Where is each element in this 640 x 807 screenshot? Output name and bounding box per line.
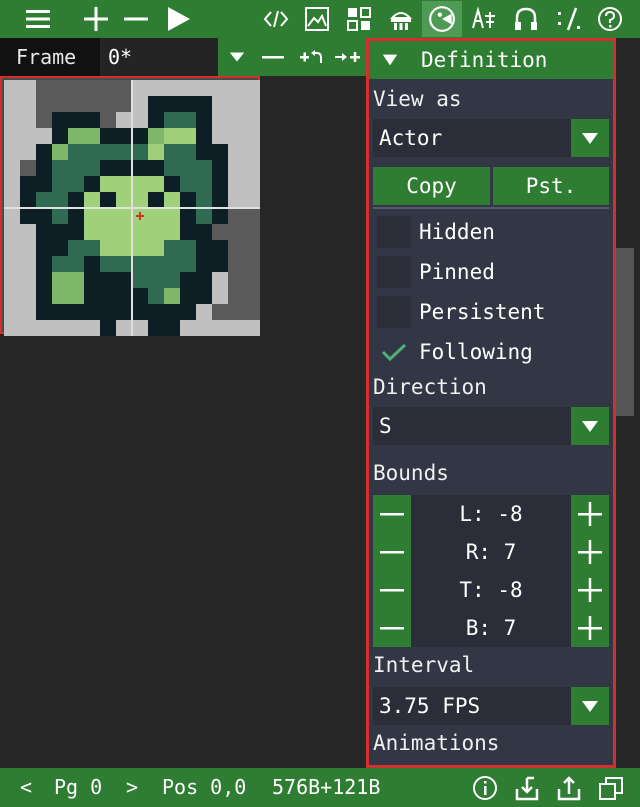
increment-icon[interactable] [571, 533, 609, 571]
checkmark-icon [381, 343, 407, 362]
check-label: Following [419, 340, 533, 364]
collapse-icon[interactable] [222, 42, 252, 72]
export-icon[interactable] [552, 771, 586, 805]
view-as-label: View as [373, 87, 462, 111]
play-icon[interactable] [160, 1, 196, 37]
decrement-icon[interactable] [373, 571, 411, 609]
collapse-icon [382, 54, 398, 66]
chevron-down-icon[interactable] [571, 119, 609, 157]
interval-value: 3.75 FPS [379, 694, 481, 718]
chevron-down-icon[interactable] [571, 687, 609, 725]
window-icon[interactable] [594, 771, 628, 805]
tiles-icon[interactable] [341, 1, 377, 37]
checkbox[interactable] [377, 296, 411, 328]
definition-title: Definition [421, 48, 548, 72]
prev-page-button[interactable]: < [20, 768, 32, 807]
decrement-icon[interactable] [373, 495, 411, 533]
audio-icon[interactable] [508, 1, 544, 37]
increment-icon[interactable] [571, 609, 609, 647]
check-label: Pinned [419, 260, 495, 284]
guide-horizontal [4, 207, 260, 209]
check-label: Hidden [419, 220, 495, 244]
add-icon[interactable] [78, 1, 114, 37]
frame-bar: Frame 0* [0, 38, 226, 76]
status-bar: < Pg 0 > Pos 0,0 576B+121B [0, 768, 640, 807]
animations-label: Animations [373, 731, 500, 755]
sprite-icon[interactable] [422, 1, 462, 37]
frame-tools [218, 38, 366, 76]
paste-button[interactable]: Pst. [493, 167, 609, 205]
menu-icon[interactable] [20, 1, 56, 37]
decrement-icon[interactable] [373, 533, 411, 571]
check-following[interactable]: Following [373, 333, 609, 371]
font-icon[interactable] [466, 1, 502, 37]
sprite-canvas[interactable] [0, 76, 260, 336]
size-readout: 576B+121B [272, 775, 381, 799]
checkbox[interactable] [377, 336, 411, 368]
top-toolbar [0, 0, 640, 38]
interval-label: Interval [373, 653, 475, 677]
interval-dropdown[interactable]: 3.75 FPS [373, 687, 609, 725]
image-icon[interactable] [299, 1, 335, 37]
check-pinned[interactable]: Pinned [373, 253, 609, 291]
copy-button[interactable]: Copy [373, 167, 490, 205]
direction-label: Direction [373, 375, 487, 399]
next-page-button[interactable]: > [126, 768, 138, 807]
bound-value: T: -8 [411, 571, 571, 609]
info-icon[interactable] [468, 771, 502, 805]
direction-value: S [379, 414, 392, 438]
music-icon[interactable] [550, 1, 586, 37]
shift-icon[interactable] [330, 42, 366, 72]
chevron-down-icon[interactable] [571, 407, 609, 445]
remove-icon[interactable] [118, 1, 154, 37]
bound-value: R: 7 [411, 533, 571, 571]
direction-dropdown[interactable]: S [373, 407, 609, 445]
bound-value: L: -8 [411, 495, 571, 533]
bound-top: T: -8 [373, 571, 609, 609]
checkbox[interactable] [377, 216, 411, 248]
page-indicator: Pg 0 [54, 775, 103, 799]
actor-icon[interactable] [383, 1, 419, 37]
bound-bottom: B: 7 [373, 609, 609, 647]
definition-header[interactable]: Definition [369, 41, 613, 79]
frame-input[interactable]: 0* [100, 38, 226, 76]
bound-value: B: 7 [411, 609, 571, 647]
position-readout: Pos 0,0 [162, 775, 247, 799]
definition-panel: Definition View as Actor Copy Pst. Hidde… [366, 38, 616, 768]
scrollbar-thumb[interactable] [616, 248, 634, 416]
origin-marker [136, 215, 144, 217]
view-as-dropdown[interactable]: Actor [373, 119, 609, 157]
sprite-preview[interactable] [4, 80, 260, 336]
bound-right: R: 7 [373, 533, 609, 571]
check-hidden[interactable]: Hidden [373, 213, 609, 251]
check-persistent[interactable]: Persistent [373, 293, 609, 331]
rotate-icon[interactable] [294, 42, 328, 72]
increment-icon[interactable] [571, 571, 609, 609]
increment-icon[interactable] [571, 495, 609, 533]
help-icon[interactable] [592, 1, 628, 37]
view-as-value: Actor [379, 126, 443, 150]
decrement-icon[interactable] [373, 609, 411, 647]
bounds-label: Bounds [373, 461, 449, 485]
remove-frame-icon[interactable] [256, 42, 290, 72]
bound-left: L: -8 [373, 495, 609, 533]
code-icon[interactable] [258, 1, 294, 37]
import-icon[interactable] [510, 771, 544, 805]
checkbox[interactable] [377, 256, 411, 288]
check-label: Persistent [419, 300, 546, 324]
divider [373, 207, 609, 209]
